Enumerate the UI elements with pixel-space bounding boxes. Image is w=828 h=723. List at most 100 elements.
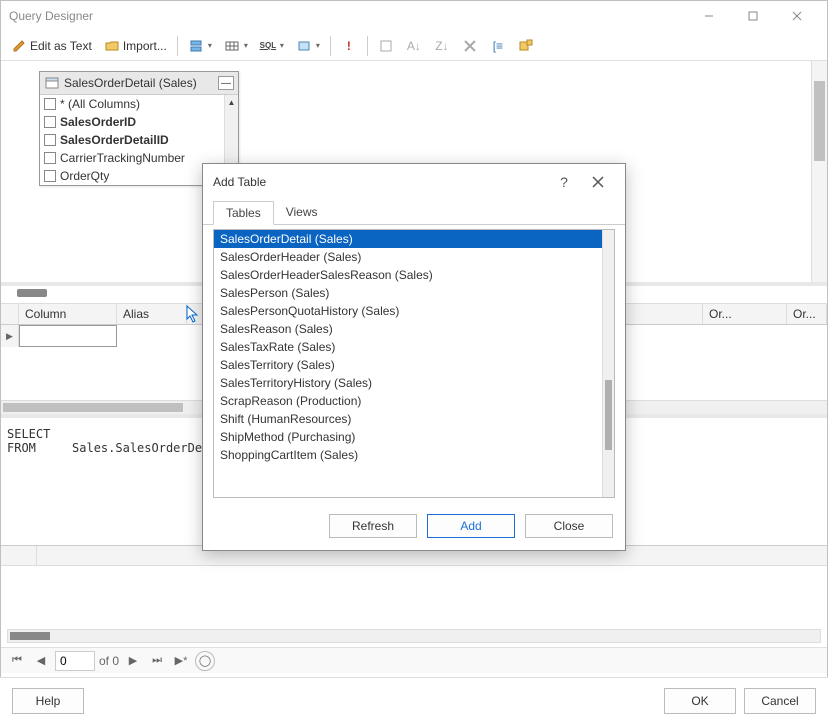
verify-sql-button[interactable] [374,36,398,56]
footer: Help OK Cancel [0,677,828,723]
results-pane-toggle[interactable]: ▾ [292,36,324,56]
remove-filter-button[interactable] [458,36,482,56]
minimize-button[interactable] [687,2,731,30]
table-minimize-button[interactable]: — [218,76,234,90]
list-item[interactable]: SalesPersonQuotaHistory (Sales) [214,302,614,320]
grid-cell-column[interactable] [19,325,117,347]
nav-prev-button[interactable]: ◀ [31,651,51,671]
grid-header-or[interactable]: Or... [787,304,827,324]
close-button[interactable]: Close [525,514,613,538]
list-item[interactable]: ShoppingCartItem (Sales) [214,446,614,464]
close-button[interactable] [775,2,819,30]
list-scrollbar[interactable] [602,230,614,497]
list-item[interactable]: SalesTaxRate (Sales) [214,338,614,356]
list-item[interactable]: ScrapReason (Production) [214,392,614,410]
nav-next-button[interactable]: ▶ [123,651,143,671]
nav-current-input[interactable] [55,651,95,671]
close-label: Close [554,519,585,533]
column-checkbox[interactable] [44,116,56,128]
tables-list[interactable]: SalesOrderDetail (Sales) SalesOrderHeade… [213,229,615,498]
import-button[interactable]: Import... [100,36,171,56]
sql-icon: SQL [260,38,276,54]
list-item[interactable]: Shift (HumanResources) [214,410,614,428]
grid-header-column[interactable]: Column [19,304,117,324]
group-by-icon: [≡ [490,38,506,54]
splitter-handle[interactable] [17,289,47,297]
list-item[interactable]: SalesPerson (Sales) [214,284,614,302]
ok-label: OK [691,694,708,708]
add-table-button[interactable] [514,36,538,56]
grid-pane-icon [224,38,240,54]
nav-new-button[interactable]: ▶* [171,651,191,671]
results-horizontal-scrollbar[interactable] [7,629,821,643]
run-button[interactable]: ! [337,36,361,56]
table-column-row[interactable]: SalesOrderDetailID [40,131,238,149]
refresh-button[interactable]: Refresh [329,514,417,538]
list-item[interactable]: ShipMethod (Purchasing) [214,428,614,446]
dialog-titlebar[interactable]: Add Table ? [203,164,625,200]
maximize-button[interactable] [731,2,775,30]
tab-views[interactable]: Views [274,201,330,225]
titlebar: Query Designer [1,1,827,31]
edit-as-text-button[interactable]: Edit as Text [7,36,96,56]
scrollbar-thumb[interactable] [814,81,825,161]
column-checkbox[interactable] [44,152,56,164]
table-header[interactable]: SalesOrderDetail (Sales) — [40,72,238,95]
cancel-button[interactable]: Cancel [744,688,816,714]
tab-views-label: Views [286,205,318,219]
edit-as-text-label: Edit as Text [30,39,92,53]
add-label: Add [460,519,481,533]
column-checkbox[interactable] [44,134,56,146]
nav-first-button[interactable]: ⏮ [7,651,27,671]
help-button[interactable]: Help [12,688,84,714]
row-marker[interactable]: ▶ [1,325,19,347]
sql-keyword: SELECT [7,427,50,441]
window-title: Query Designer [9,9,687,23]
diagram-vertical-scrollbar[interactable] [811,61,827,282]
column-name: CarrierTrackingNumber [60,151,185,165]
scrollbar-thumb[interactable] [10,632,50,640]
toolbar-separator [330,36,331,56]
grid-header-or[interactable]: Or... [703,304,787,324]
nav-last-button[interactable]: ⏭ [147,651,167,671]
chevron-down-icon: ▾ [280,41,284,50]
group-by-button[interactable]: [≡ [486,36,510,56]
grid-header-alias[interactable]: Alias [117,304,187,324]
results-pane[interactable] [1,545,827,625]
table-column-row[interactable]: SalesOrderID [40,113,238,131]
scrollbar-thumb[interactable] [605,380,612,450]
dialog-help-button[interactable]: ? [547,168,581,196]
table-column-row[interactable]: * (All Columns) [40,95,238,113]
table-title: SalesOrderDetail (Sales) [64,76,214,90]
scrollbar-thumb[interactable] [3,403,183,412]
tab-tables[interactable]: Tables [213,201,274,225]
column-checkbox[interactable] [44,170,56,182]
edit-icon [11,38,27,54]
list-item[interactable]: SalesReason (Sales) [214,320,614,338]
add-button[interactable]: Add [427,514,515,538]
grid-pane-toggle[interactable]: ▾ [220,36,252,56]
dialog-close-button[interactable] [581,168,615,196]
list-item[interactable]: SalesOrderHeader (Sales) [214,248,614,266]
sort-desc-button[interactable]: Z↓ [430,36,454,56]
tab-tables-label: Tables [226,206,261,220]
list-item[interactable]: SalesTerritory (Sales) [214,356,614,374]
cancel-label: Cancel [761,694,798,708]
list-item[interactable]: SalesOrderHeaderSalesReason (Sales) [214,266,614,284]
ok-button[interactable]: OK [664,688,736,714]
sort-asc-button[interactable]: A↓ [402,36,426,56]
column-checkbox[interactable] [44,98,56,110]
list-item[interactable]: SalesOrderDetail (Sales) [214,230,614,248]
chevron-down-icon: ▾ [244,41,248,50]
sql-pane-toggle[interactable]: SQL ▾ [256,36,288,56]
dialog-tabs: Tables Views [203,200,625,225]
column-name: SalesOrderID [60,115,136,129]
verify-icon [378,38,394,54]
scroll-up-icon[interactable]: ▲ [225,95,238,109]
sort-desc-icon: Z↓ [434,38,450,54]
nav-stop-button[interactable]: ◯ [195,651,215,671]
grid-row-header [1,304,19,324]
list-item[interactable]: SalesTerritoryHistory (Sales) [214,374,614,392]
diagram-pane-toggle[interactable]: ▾ [184,36,216,56]
add-table-dialog: Add Table ? Tables Views SalesOrderDetai… [202,163,626,551]
